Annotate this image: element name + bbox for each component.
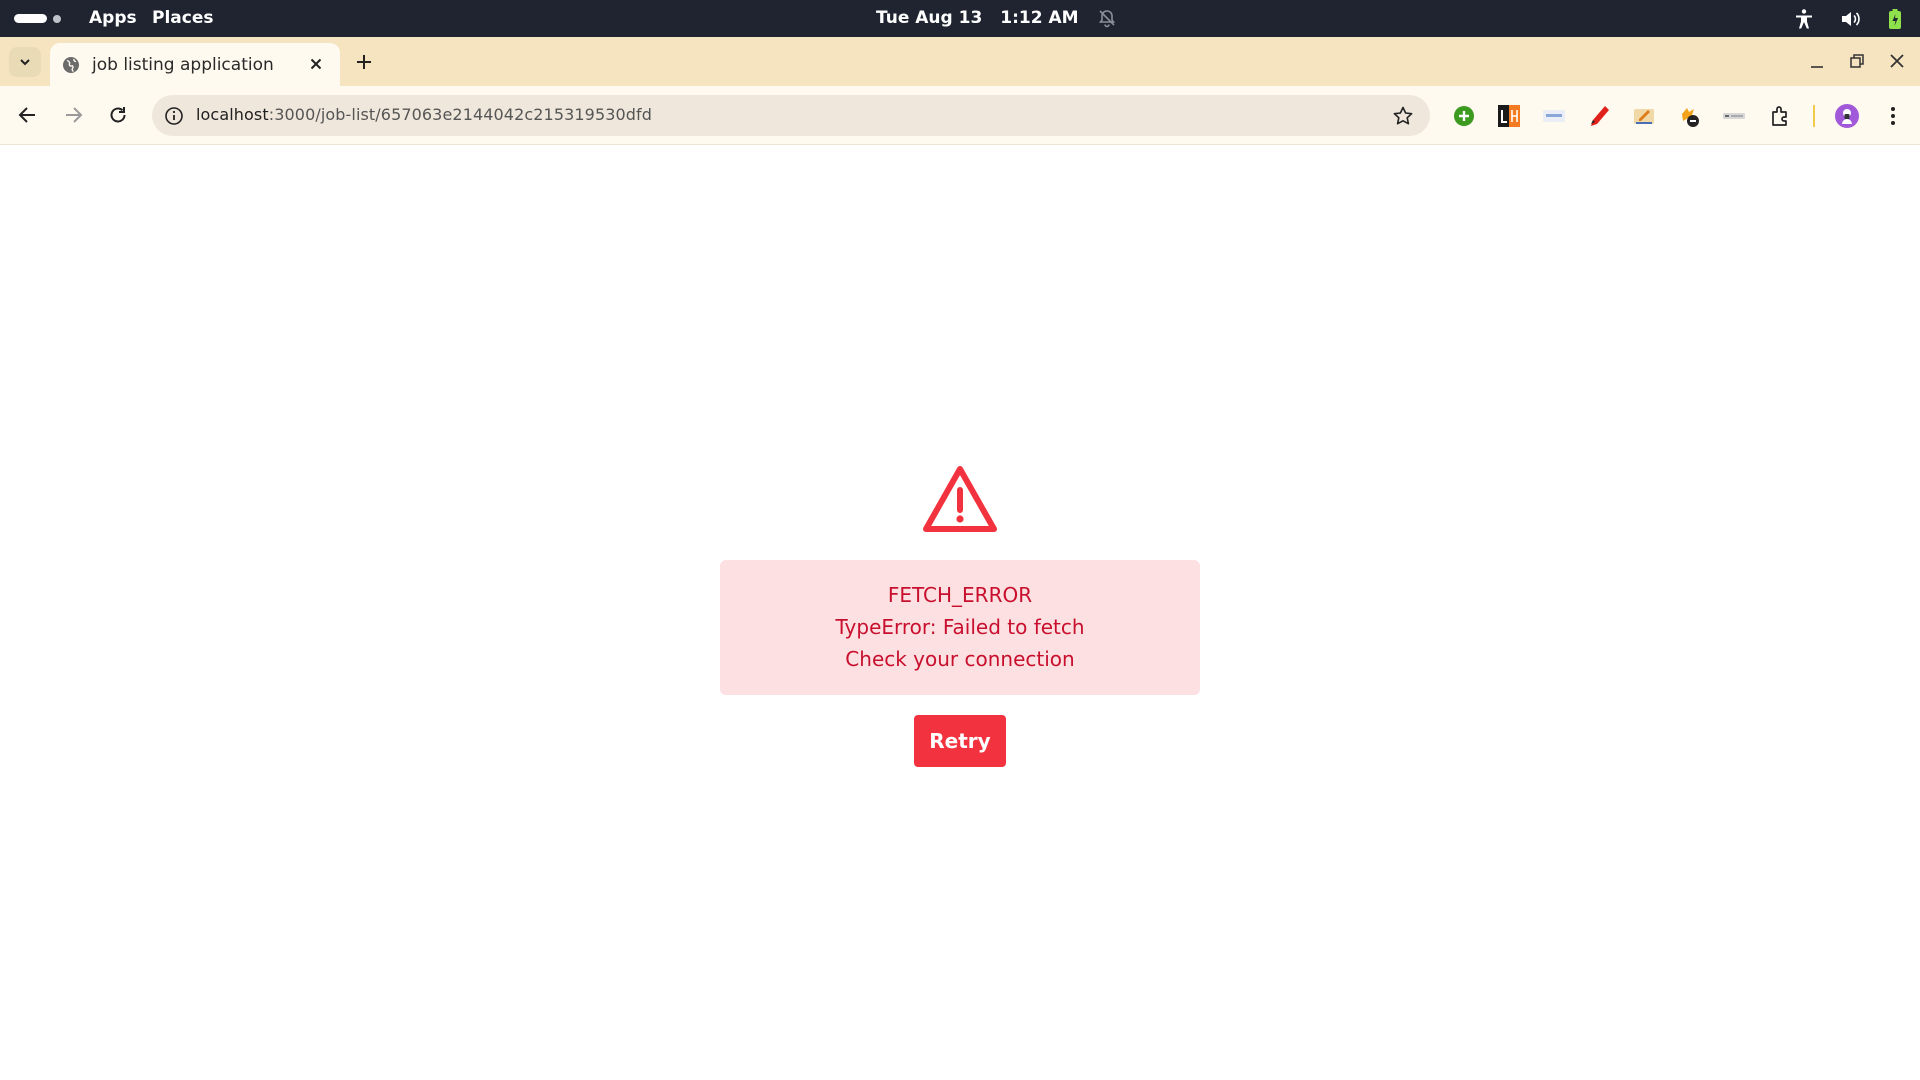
add-extension-icon[interactable] xyxy=(1452,104,1476,128)
date-label: Tue Aug 13 xyxy=(876,8,983,28)
warning-icon xyxy=(923,466,997,532)
restore-icon[interactable] xyxy=(1845,49,1869,73)
accessibility-icon[interactable] xyxy=(1794,8,1814,30)
forward-icon[interactable] xyxy=(60,102,86,128)
error-message: TypeError: Failed to fetch xyxy=(835,615,1085,639)
system-tray[interactable] xyxy=(1794,8,1902,30)
minimize-icon[interactable] xyxy=(1805,49,1829,73)
plus-icon[interactable] xyxy=(352,50,376,74)
profile-avatar[interactable] xyxy=(1834,103,1860,129)
star-icon[interactable] xyxy=(1392,105,1414,127)
workspace-dot xyxy=(53,14,61,23)
grid-extension-icon[interactable] xyxy=(1722,104,1746,128)
battery-icon[interactable] xyxy=(1888,8,1902,30)
web-extension-icon[interactable] xyxy=(1542,104,1566,128)
activities-icon[interactable] xyxy=(14,14,61,23)
tab-strip: job listing application xyxy=(0,37,1920,86)
time-label: 1:12 AM xyxy=(1000,8,1079,28)
workspace-pill xyxy=(14,14,47,23)
notifications-off-icon xyxy=(1098,10,1115,28)
lh-extension-icon[interactable] xyxy=(1497,104,1521,128)
browser-tab[interactable]: job listing application xyxy=(50,43,340,86)
error-code: FETCH_ERROR xyxy=(887,583,1033,607)
fire-extension-icon[interactable] xyxy=(1677,104,1701,128)
tab-title: job listing application xyxy=(92,54,274,75)
pen-extension-icon[interactable] xyxy=(1587,104,1611,128)
browser-toolbar: localhost:3000/job-list/657063e2144042c2… xyxy=(0,86,1920,145)
error-message-box: FETCH_ERROR TypeError: Failed to fetch C… xyxy=(720,560,1200,695)
error-hint: Check your connection xyxy=(845,647,1075,671)
edit-extension-icon[interactable] xyxy=(1632,104,1656,128)
address-bar[interactable]: localhost:3000/job-list/657063e2144042c2… xyxy=(152,95,1430,136)
system-top-bar: Apps Places Tue Aug 13 1:12 AM xyxy=(0,0,1920,37)
url-path: :3000/job-list/657063e2144042c215319530d… xyxy=(268,105,653,124)
places-menu[interactable]: Places xyxy=(152,8,213,28)
toolbar-separator xyxy=(1813,105,1815,127)
volume-icon[interactable] xyxy=(1840,9,1862,29)
reload-icon[interactable] xyxy=(105,102,131,128)
close-icon[interactable] xyxy=(306,54,326,74)
extensions-icon[interactable] xyxy=(1769,104,1793,128)
back-icon[interactable] xyxy=(15,102,41,128)
window-close-icon[interactable] xyxy=(1885,49,1909,73)
page-content: FETCH_ERROR TypeError: Failed to fetch C… xyxy=(0,146,1920,1080)
more-icon[interactable] xyxy=(1881,104,1905,128)
url-text: localhost:3000/job-list/657063e2144042c2… xyxy=(196,105,652,124)
clock[interactable]: Tue Aug 13 1:12 AM xyxy=(876,8,1117,28)
globe-icon xyxy=(63,56,79,73)
apps-menu[interactable]: Apps xyxy=(89,8,137,28)
tab-search-icon xyxy=(20,59,30,66)
retry-button[interactable]: Retry xyxy=(914,715,1006,767)
info-icon[interactable] xyxy=(164,106,184,126)
tab-search-button[interactable] xyxy=(9,47,41,77)
url-host: localhost xyxy=(196,105,269,124)
